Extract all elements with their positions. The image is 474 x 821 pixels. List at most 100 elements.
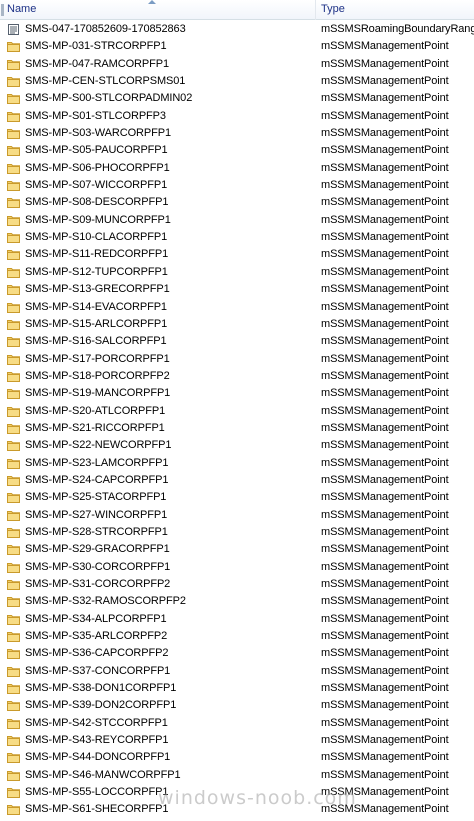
folder-icon — [7, 666, 20, 677]
list-row[interactable]: SMS-MP-S28-STRCORPFP1 mSSMSManagementPoin… — [0, 524, 474, 541]
row-name: SMS-MP-S13-GRECORPFP1 — [25, 283, 170, 296]
list-row[interactable]: SMS-MP-S29-GRACORPFP1 mSSMSManagementPoin… — [0, 541, 474, 558]
row-type: mSSMSManagementPoint — [321, 387, 449, 400]
list-row[interactable]: SMS-MP-S10-CLACORPFP1 mSSMSManagementPoin… — [0, 229, 474, 246]
list-row[interactable]: SMS-MP-S22-NEWCORPFP1 mSSMSManagementPoin… — [0, 437, 474, 454]
list-row[interactable]: SMS-MP-S44-DONCORPFP1 mSSMSManagementPoin… — [0, 749, 474, 766]
row-name: SMS-MP-S24-CAPCORPFP1 — [25, 473, 169, 486]
folder-icon — [7, 197, 20, 209]
sort-ascending-icon — [148, 0, 156, 4]
row-type: mSSMSManagementPoint — [321, 161, 449, 174]
row-type: mSSMSManagementPoint — [321, 664, 449, 677]
row-type: mSSMSManagementPoint — [321, 213, 449, 226]
list-row[interactable]: SMS-MP-S55-LOCCORPFP1 mSSMSManagementPoin… — [0, 784, 474, 801]
folder-icon — [7, 302, 20, 313]
row-type: mSSMSManagementPoint — [321, 40, 449, 53]
row-type: mSSMSManagementPoint — [321, 682, 449, 695]
list-row[interactable]: SMS-MP-S31-CORCORPFP2 mSSMSManagementPoin… — [0, 576, 474, 593]
folder-icon — [7, 336, 20, 348]
list-row[interactable]: SMS-MP-S14-EVACORPFP1 mSSMSManagementPoin… — [0, 299, 474, 316]
row-name: SMS-MP-S38-DON1CORPFP1 — [25, 682, 177, 695]
row-name: SMS-MP-S07-WICCORPFP1 — [25, 179, 168, 192]
folder-icon — [7, 804, 20, 816]
list-row[interactable]: SMS-MP-S23-LAMCORPFP1 mSSMSManagementPoin… — [0, 455, 474, 472]
list-row[interactable]: SMS-MP-S13-GRECORPFP1 mSSMSManagementPoin… — [0, 281, 474, 298]
list-row[interactable]: SMS-MP-S15-ARLCORPFP1 mSSMSManagementPoin… — [0, 316, 474, 333]
list-row[interactable]: SMS-MP-S20-ATLCORPFP1 mSSMSManagementPoin… — [0, 403, 474, 420]
row-type: mSSMSManagementPoint — [321, 803, 449, 816]
row-name: SMS-MP-S05-PAUCORPFP1 — [25, 144, 168, 157]
row-name: SMS-MP-S42-STCCORPFP1 — [25, 716, 168, 729]
folder-icon — [7, 423, 20, 434]
list-row[interactable]: SMS-MP-S27-WINCORPFP1 mSSMSManagementPoin… — [0, 507, 474, 524]
list-row[interactable]: SMS-MP-S38-DON1CORPFP1 mSSMSManagementPoi… — [0, 680, 474, 697]
list-row[interactable]: SMS-MP-S17-PORCORPFP1 mSSMSManagementPoin… — [0, 351, 474, 368]
row-name: SMS-MP-S06-PHOCORPFP1 — [25, 161, 170, 174]
list-row[interactable]: SMS-MP-S01-STLCORPFP3 mSSMSManagementPoin… — [0, 108, 474, 125]
list-row[interactable]: SMS-MP-S42-STCCORPFP1 mSSMSManagementPoin… — [0, 715, 474, 732]
list-row[interactable]: SMS-MP-S25-STACORPFP1 mSSMSManagementPoin… — [0, 489, 474, 506]
row-type: mSSMSManagementPoint — [321, 283, 449, 296]
list-row[interactable]: SMS-MP-S16-SALCORPFP1 mSSMSManagementPoin… — [0, 333, 474, 350]
row-type: mSSMSManagementPoint — [321, 716, 449, 729]
list-row[interactable]: SMS-MP-031-STRCORPFP1 mSSMSManagementPoin… — [0, 38, 474, 55]
row-type: mSSMSManagementPoint — [321, 265, 449, 278]
list-row[interactable]: SMS-MP-S61-SHECORPFP1 mSSMSManagementPoin… — [0, 801, 474, 818]
folder-icon — [7, 59, 20, 70]
list-row[interactable]: SMS-MP-S08-DESCORPFP1 mSSMSManagementPoin… — [0, 194, 474, 211]
folder-icon — [7, 544, 20, 556]
list-row[interactable]: SMS-MP-S39-DON2CORPFP1 mSSMSManagementPoi… — [0, 697, 474, 714]
row-type: mSSMSManagementPoint — [321, 647, 449, 660]
row-name: SMS-MP-S19-MANCORPFP1 — [25, 387, 171, 400]
row-type: mSSMSManagementPoint — [321, 473, 449, 486]
list-row[interactable]: SMS-MP-S11-REDCORPFP1 mSSMSManagementPoin… — [0, 246, 474, 263]
row-type: mSSMSManagementPoint — [321, 335, 449, 348]
row-type: mSSMSManagementPoint — [321, 543, 449, 556]
name-column-header[interactable]: Name — [0, 0, 316, 20]
row-name: SMS-MP-S37-CONCORPFP1 — [25, 664, 171, 677]
row-name: SMS-MP-S30-CORCORPFP1 — [25, 560, 171, 573]
list-row[interactable]: SMS-MP-CEN-STLCORPSMS01 mSSMSManagementPo… — [0, 73, 474, 90]
row-type: mSSMSManagementPoint — [321, 248, 449, 261]
row-type: mSSMSManagementPoint — [321, 57, 449, 70]
list-row[interactable]: SMS-MP-S18-PORCORPFP2 mSSMSManagementPoin… — [0, 368, 474, 385]
row-type: mSSMSManagementPoint — [321, 179, 449, 192]
row-type: mSSMSManagementPoint — [321, 525, 449, 538]
folder-icon — [7, 145, 20, 157]
object-list: SMS-047-170852609-170852863 mSSMSRoamingB… — [0, 21, 474, 819]
list-row[interactable]: SMS-MP-S09-MUNCORPFP1 mSSMSManagementPoin… — [0, 212, 474, 229]
list-row[interactable]: SMS-MP-S07-WICCORPFP1 mSSMSManagementPoin… — [0, 177, 474, 194]
row-name: SMS-MP-CEN-STLCORPSMS01 — [25, 75, 186, 88]
list-row[interactable]: SMS-MP-S00-STLCORPADMIN02 mSSMSManagement… — [0, 90, 474, 107]
row-name: SMS-MP-S28-STRCORPFP1 — [25, 525, 168, 538]
list-row[interactable]: SMS-MP-S05-PAUCORPFP1 mSSMSManagementPoin… — [0, 142, 474, 159]
list-row[interactable]: SMS-MP-S43-REYCORPFP1 mSSMSManagementPoin… — [0, 732, 474, 749]
type-column-header[interactable]: Type — [316, 0, 474, 20]
list-row[interactable]: SMS-MP-S12-TUPCORPFP1 mSSMSManagementPoin… — [0, 264, 474, 281]
list-row[interactable]: SMS-MP-S03-WARCORPFP1 mSSMSManagementPoin… — [0, 125, 474, 142]
list-row[interactable]: SMS-MP-S32-RAMOSCORPFP2 mSSMSManagementPo… — [0, 593, 474, 610]
row-type: mSSMSManagementPoint — [321, 751, 449, 764]
row-type: mSSMSManagementPoint — [321, 92, 449, 105]
list-row[interactable]: SMS-MP-S36-CAPCORPFP2 mSSMSManagementPoin… — [0, 645, 474, 662]
list-row[interactable]: SMS-MP-S46-MANWCORPFP1 mSSMSManagementPoi… — [0, 767, 474, 784]
row-name: SMS-MP-S18-PORCORPFP2 — [25, 369, 170, 382]
folder-icon — [7, 770, 20, 781]
list-row[interactable]: SMS-MP-S35-ARLCORPFP2 mSSMSManagementPoin… — [0, 628, 474, 645]
row-name: SMS-MP-S32-RAMOSCORPFP2 — [25, 595, 186, 608]
list-row[interactable]: SMS-MP-S19-MANCORPFP1 mSSMSManagementPoin… — [0, 385, 474, 402]
list-row[interactable]: SMS-MP-S24-CAPCORPFP1 mSSMSManagementPoin… — [0, 472, 474, 489]
folder-icon — [7, 458, 20, 469]
row-name: SMS-MP-S11-REDCORPFP1 — [25, 248, 169, 261]
row-type: mSSMSManagementPoint — [321, 491, 449, 504]
list-row[interactable]: SMS-MP-S06-PHOCORPFP1 mSSMSManagementPoin… — [0, 160, 474, 177]
row-name: SMS-MP-S15-ARLCORPFP1 — [25, 317, 168, 330]
list-row[interactable]: SMS-MP-S21-RICCORPFP1 mSSMSManagementPoin… — [0, 420, 474, 437]
list-row[interactable]: SMS-MP-S34-ALPCORPFP1 mSSMSManagementPoin… — [0, 611, 474, 628]
list-row[interactable]: SMS-MP-S30-CORCORPFP1 mSSMSManagementPoin… — [0, 559, 474, 576]
list-row[interactable]: SMS-MP-S37-CONCORPFP1 mSSMSManagementPoin… — [0, 663, 474, 680]
list-row[interactable]: SMS-MP-047-RAMCORPFP1 mSSMSManagementPoin… — [0, 56, 474, 73]
list-row[interactable]: SMS-047-170852609-170852863 mSSMSRoamingB… — [0, 21, 474, 38]
folder-icon — [7, 631, 20, 643]
row-name: SMS-MP-S43-REYCORPFP1 — [25, 734, 169, 747]
